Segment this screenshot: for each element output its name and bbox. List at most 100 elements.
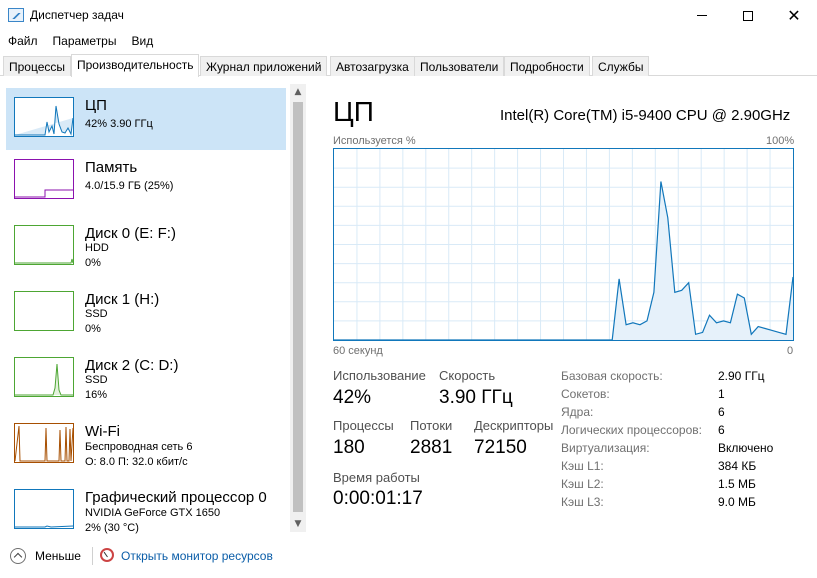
menu-bar: Файл Параметры Вид [0,31,160,51]
resource-name: Графический процессор 0 [85,489,267,506]
resource-memory[interactable]: Память 4.0/15.9 ГБ (25%) [6,150,286,212]
handles-label: Дескрипторы [474,418,554,433]
resource-name: Диск 0 (E: F:) [85,225,176,242]
wifi-thumbnail-graph [14,423,74,463]
resource-disk-0[interactable]: Диск 0 (E: F:) HDD 0% [6,216,286,278]
footer-divider [92,547,93,565]
disk-1-thumbnail-graph [14,291,74,331]
threads-label: Потоки [410,418,453,433]
resource-model: NVIDIA GeForce GTX 1650 [85,507,221,519]
graph-time-span: 60 секунд [333,345,383,357]
graph-label: Используется % [333,135,416,147]
cores-label: Ядра: [561,405,594,419]
minimize-icon [697,15,707,16]
sockets-value: 1 [718,387,725,401]
tab-strip: Процессы Производительность Журнал прило… [0,54,817,77]
resource-disk-2[interactable]: Диск 2 (C: D:) SSD 16% [6,348,286,410]
virtualization-value: Включено [718,441,774,455]
l2-cache-value: 1.5 МБ [718,477,756,491]
cpu-model: Intel(R) Core(TM) i5-9400 CPU @ 2.90GHz [500,107,791,124]
resource-type: HDD [85,242,109,254]
minimize-button[interactable] [679,0,725,31]
speed-label: Скорость [439,368,496,383]
close-icon: ✕ [787,5,801,25]
l3-cache-label: Кэш L3: [561,495,604,509]
page-title: ЦП [333,96,374,127]
resource-usage: 0% [85,257,101,269]
uptime-label: Время работы [333,470,420,485]
scroll-down-icon[interactable]: ▼ [290,516,306,532]
sockets-label: Сокетов: [561,387,610,401]
cores-value: 6 [718,405,725,419]
window-title: Диспетчер задач [30,8,124,22]
l1-cache-label: Кэш L1: [561,459,604,473]
resource-disk-1[interactable]: Диск 1 (H:) SSD 0% [6,282,286,344]
resource-name: ЦП [85,97,107,114]
scroll-up-icon[interactable]: ▲ [290,84,306,100]
handles-value: 72150 [474,437,527,458]
cpu-usage-graph [333,148,794,341]
maximize-button[interactable] [725,0,771,31]
l2-cache-label: Кэш L2: [561,477,604,491]
l1-cache-value: 384 КБ [718,459,757,473]
resource-list-scrollbar[interactable]: ▲ ▼ [290,84,306,532]
tab-performance[interactable]: Производительность [71,54,200,77]
maximize-icon [743,10,753,21]
menu-file[interactable]: Файл [0,31,45,51]
tab-services[interactable]: Службы [592,56,650,76]
title-bar: Диспетчер задач ✕ [0,0,817,31]
resource-list: ЦП 42% 3.90 ГГц Память 4.0/15.9 ГБ (25%)… [0,84,290,534]
processes-value: 180 [333,437,365,458]
l3-cache-value: 9.0 МБ [718,495,756,509]
speed-value: 3.90 ГГц [439,387,513,408]
resource-usage: 16% [85,389,108,401]
tab-details[interactable]: Подробности [504,56,590,76]
graph-max-label: 100% [766,135,795,147]
chevron-up-icon[interactable] [10,548,26,564]
resource-usage: 2% (30 °C) [85,522,139,534]
disk-2-thumbnail-graph [14,357,74,397]
usage-value: 42% [333,387,372,408]
resource-adapter: Беспроводная сеть 6 [85,441,193,453]
graph-time-zero: 0 [787,345,794,357]
resource-gpu[interactable]: Графический процессор 0 NVIDIA GeForce G… [6,480,286,542]
resource-name: Диск 2 (C: D:) [85,357,179,374]
cpu-thumbnail-graph [14,97,74,137]
tab-app-history[interactable]: Журнал приложений [200,56,328,76]
resource-cpu[interactable]: ЦП 42% 3.90 ГГц [6,88,286,150]
resource-detail: 42% 3.90 ГГц [85,118,153,130]
cpu-usage-svg [334,149,793,340]
virtualization-label: Виртуализация: [561,441,650,455]
resource-detail: 4.0/15.9 ГБ (25%) [85,180,174,192]
scrollbar-thumb[interactable] [293,102,303,512]
threads-value: 2881 [410,437,453,458]
fewer-details-button[interactable]: Меньше [35,549,81,563]
disk-0-thumbnail-graph [14,225,74,265]
menu-view[interactable]: Вид [123,31,160,51]
resource-throughput: О: 8.0 П: 32.0 кбит/с [85,456,188,468]
resource-wifi[interactable]: Wi-Fi Беспроводная сеть 6 О: 8.0 П: 32.0… [6,414,286,476]
gpu-thumbnail-graph [14,489,74,529]
footer-bar: Меньше Открыть монитор ресурсов [0,538,817,578]
processes-label: Процессы [333,418,394,433]
resource-name: Память [85,159,138,176]
resource-monitor-icon [100,548,114,562]
base-speed-value: 2.90 ГГц [718,369,765,383]
logical-processors-value: 6 [718,423,725,437]
resource-type: SSD [85,308,108,320]
usage-label: Использование [333,368,426,383]
logical-processors-label: Логических процессоров: [561,423,702,437]
menu-options[interactable]: Параметры [45,31,124,51]
task-manager-icon [8,8,24,22]
resource-name: Wi-Fi [85,423,120,440]
tab-users[interactable]: Пользователи [414,56,505,76]
resource-usage: 0% [85,323,101,335]
resource-type: SSD [85,374,108,386]
open-resource-monitor-link[interactable]: Открыть монитор ресурсов [121,549,273,563]
tab-startup[interactable]: Автозагрузка [330,56,415,76]
resource-name: Диск 1 (H:) [85,291,160,308]
uptime-value: 0:00:01:17 [333,488,423,509]
tab-processes[interactable]: Процессы [3,56,72,76]
close-button[interactable]: ✕ [771,0,817,31]
base-speed-label: Базовая скорость: [561,369,663,383]
